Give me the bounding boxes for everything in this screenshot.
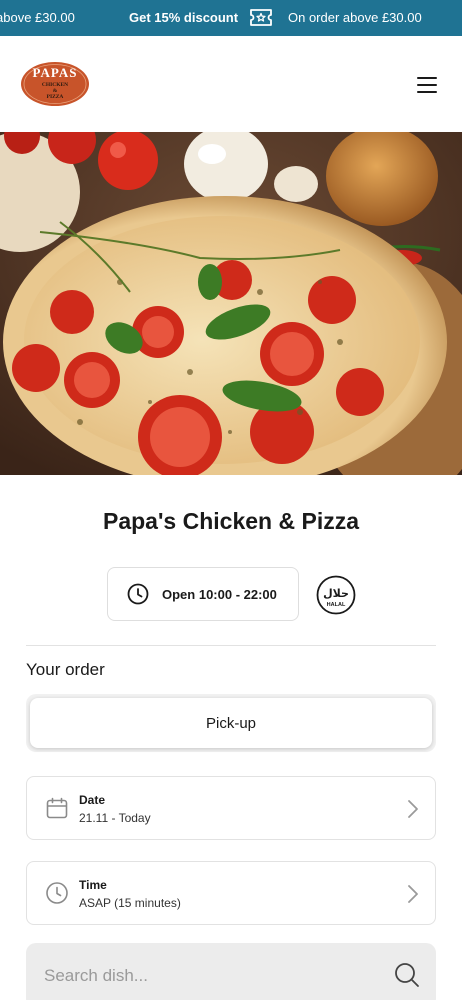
- date-label: Date: [79, 793, 106, 807]
- your-order-heading: Your order: [26, 660, 105, 679]
- halal-arabic: حلال: [323, 587, 349, 600]
- clock-icon: [127, 583, 149, 605]
- dish-search-bar: [26, 943, 436, 1000]
- logo-sub3: PIZZA: [47, 94, 64, 100]
- hero-pizza-image: [0, 132, 462, 475]
- section-divider: [26, 645, 436, 646]
- chevron-right-icon: [408, 800, 418, 818]
- logo-title: PAPAS: [33, 65, 78, 80]
- time-label: Time: [79, 878, 107, 892]
- halal-latin: HALAL: [327, 602, 346, 608]
- restaurant-name: Papa's Chicken & Pizza: [102, 508, 359, 534]
- search-icon[interactable]: [394, 962, 420, 988]
- brand-logo[interactable]: PAPAS CHICKEN & PIZZA: [20, 61, 90, 107]
- promo-text-left: above £30.00: [0, 10, 75, 25]
- clock-icon: [46, 882, 68, 904]
- ticket-icon: [250, 9, 272, 26]
- site-header: PAPAS CHICKEN & PIZZA: [0, 36, 462, 132]
- date-selector[interactable]: Date 21.11 - Today: [26, 776, 436, 840]
- promo-banner: above £30.00 Get 15% discount On order a…: [0, 0, 462, 36]
- time-selector[interactable]: Time ASAP (15 minutes): [26, 861, 436, 925]
- promo-text-right: On order above £30.00: [288, 10, 422, 25]
- dish-search-input[interactable]: [44, 961, 374, 991]
- opening-hours-text: Open 10:00 - 22:00: [162, 586, 277, 602]
- calendar-icon: [46, 797, 68, 819]
- order-mode-selector: Pick-up: [26, 694, 436, 752]
- promo-text-center: Get 15% discount: [129, 10, 239, 25]
- chevron-right-icon: [408, 885, 418, 903]
- opening-hours-badge: Open 10:00 - 22:00: [107, 567, 299, 621]
- time-value: ASAP (15 minutes): [79, 896, 181, 910]
- hamburger-menu-icon[interactable]: [411, 69, 443, 101]
- date-value: 21.11 - Today: [79, 811, 151, 825]
- pickup-option-button[interactable]: Pick-up: [30, 698, 432, 748]
- halal-badge-icon: حلال HALAL: [316, 575, 356, 615]
